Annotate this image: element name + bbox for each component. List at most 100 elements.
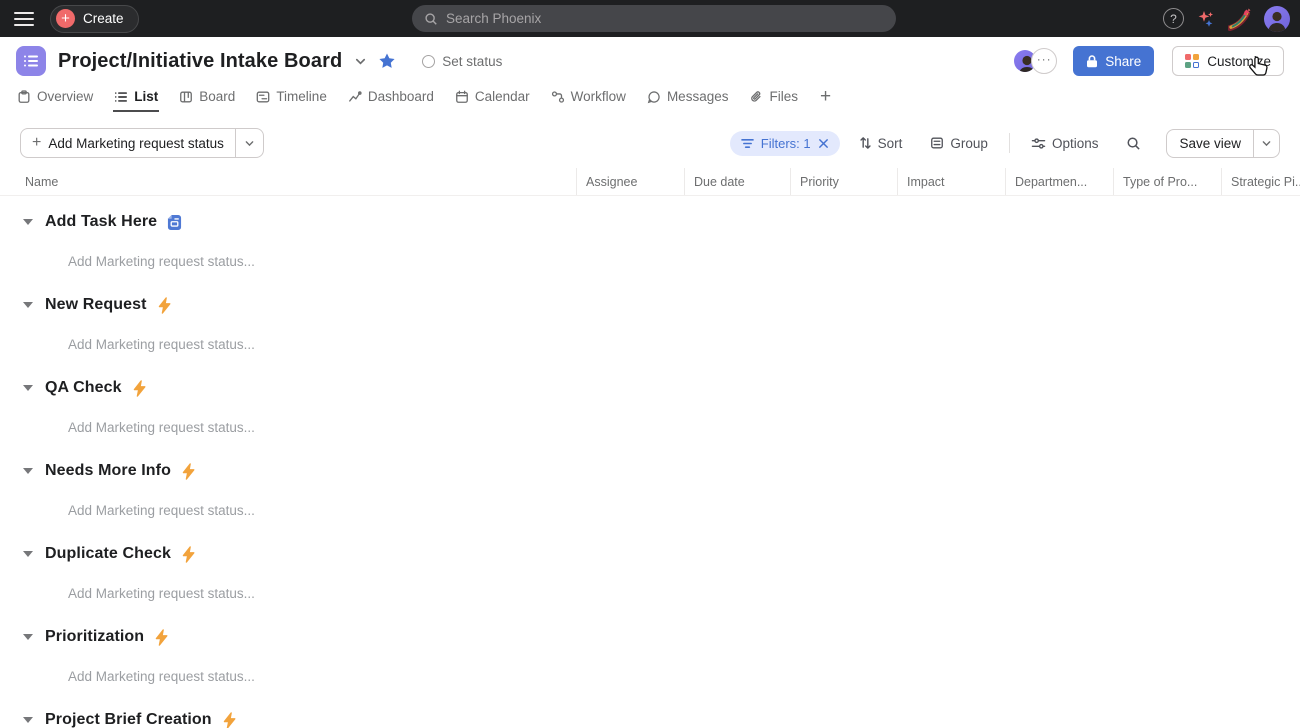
- task-section: New Request Add Marketing request status…: [0, 279, 1300, 362]
- options-sliders-icon: [1031, 137, 1046, 150]
- celebration-phoenix-icon[interactable]: [1228, 7, 1252, 31]
- column-header-assignee[interactable]: Assignee: [576, 168, 684, 195]
- bolt-icon[interactable]: [157, 297, 172, 314]
- board-icon: [179, 90, 193, 104]
- timeline-icon: [256, 90, 270, 104]
- create-button[interactable]: + Create: [50, 5, 139, 33]
- sort-button[interactable]: Sort: [850, 132, 912, 155]
- section-title[interactable]: Project Brief Creation: [45, 711, 212, 728]
- ai-sparkles-icon[interactable]: [1196, 9, 1216, 29]
- share-button[interactable]: Share: [1073, 46, 1154, 76]
- section-collapse-chevron-icon[interactable]: [23, 385, 33, 391]
- save-view-caret-button[interactable]: [1253, 130, 1279, 157]
- add-task-button[interactable]: + Add Marketing request status: [21, 129, 235, 157]
- chevron-down-icon: [1261, 138, 1272, 149]
- group-icon: [930, 136, 944, 150]
- tab-calendar[interactable]: Calendar: [454, 85, 531, 112]
- search-icon: [1126, 136, 1141, 151]
- section-title[interactable]: QA Check: [45, 379, 122, 397]
- bolt-icon[interactable]: [222, 712, 237, 728]
- set-status-button[interactable]: Set status: [422, 54, 502, 69]
- project-members[interactable]: ···: [1012, 48, 1057, 74]
- section-collapse-chevron-icon[interactable]: [23, 717, 33, 723]
- add-task-placeholder[interactable]: Add Marketing request status...: [0, 579, 1300, 607]
- add-task-placeholder[interactable]: Add Marketing request status...: [0, 413, 1300, 441]
- add-task-placeholder[interactable]: Add Marketing request status...: [0, 330, 1300, 358]
- chevron-down-icon: [244, 138, 255, 149]
- task-section: Needs More Info Add Marketing request st…: [0, 445, 1300, 528]
- task-section: Duplicate Check Add Marketing request st…: [0, 528, 1300, 611]
- save-view-label: Save view: [1179, 136, 1241, 151]
- column-header-priority[interactable]: Priority: [790, 168, 897, 195]
- tab-list[interactable]: List: [113, 85, 159, 112]
- section-header: Needs More Info: [0, 457, 1300, 485]
- favorite-star-icon[interactable]: [378, 52, 396, 70]
- share-label: Share: [1105, 54, 1141, 69]
- bolt-icon[interactable]: [181, 546, 196, 563]
- bolt-icon[interactable]: [181, 463, 196, 480]
- tab-workflow[interactable]: Workflow: [550, 85, 627, 112]
- options-button[interactable]: Options: [1022, 132, 1108, 155]
- column-header-impact[interactable]: Impact: [897, 168, 1005, 195]
- search-placeholder: Search Phoenix: [446, 11, 541, 26]
- section-title[interactable]: Needs More Info: [45, 462, 171, 480]
- column-header-type-of-project[interactable]: Type of Pro...: [1113, 168, 1221, 195]
- group-button[interactable]: Group: [921, 132, 997, 155]
- doc-icon[interactable]: [167, 214, 182, 231]
- task-section: Project Brief Creation Add Marketing req…: [0, 694, 1300, 728]
- list-toolbar: + Add Marketing request status Filters: …: [0, 128, 1300, 158]
- section-collapse-chevron-icon[interactable]: [23, 219, 33, 225]
- customize-button[interactable]: Customize: [1172, 46, 1284, 76]
- tab-dashboard[interactable]: Dashboard: [347, 85, 435, 112]
- add-task-label: Add Marketing request status: [48, 136, 224, 151]
- files-icon: [749, 90, 763, 104]
- customize-grid-icon: [1185, 54, 1199, 68]
- create-button-label: Create: [83, 11, 124, 26]
- section-collapse-chevron-icon[interactable]: [23, 302, 33, 308]
- add-task-placeholder[interactable]: Add Marketing request status...: [0, 496, 1300, 524]
- section-title[interactable]: Duplicate Check: [45, 545, 171, 563]
- section-title[interactable]: New Request: [45, 296, 147, 314]
- bolt-icon[interactable]: [154, 629, 169, 646]
- dashboard-icon: [348, 90, 362, 104]
- column-header-department[interactable]: Departmen...: [1005, 168, 1113, 195]
- tab-files[interactable]: Files: [748, 85, 799, 112]
- add-tab-button[interactable]: +: [818, 85, 833, 112]
- section-collapse-chevron-icon[interactable]: [23, 468, 33, 474]
- section-header: Prioritization: [0, 623, 1300, 651]
- filter-icon: [741, 138, 754, 149]
- section-title[interactable]: Prioritization: [45, 628, 144, 646]
- search-tasks-button[interactable]: [1117, 132, 1150, 155]
- section-title[interactable]: Add Task Here: [45, 213, 157, 231]
- save-view-button[interactable]: Save view: [1167, 130, 1253, 157]
- section-collapse-chevron-icon[interactable]: [23, 634, 33, 640]
- tab-timeline[interactable]: Timeline: [255, 85, 328, 112]
- add-task-caret-button[interactable]: [235, 129, 263, 157]
- filters-chip[interactable]: Filters: 1: [730, 131, 840, 156]
- tab-board[interactable]: Board: [178, 85, 236, 112]
- help-label: ?: [1170, 12, 1177, 26]
- clear-filter-icon[interactable]: [818, 138, 829, 149]
- column-header-due-date[interactable]: Due date: [684, 168, 790, 195]
- add-task-placeholder[interactable]: Add Marketing request status...: [0, 662, 1300, 690]
- help-button[interactable]: ?: [1163, 8, 1184, 29]
- bolt-icon[interactable]: [132, 380, 147, 397]
- global-search-input[interactable]: Search Phoenix: [412, 5, 896, 32]
- project-header: Project/Initiative Intake Board Set stat…: [0, 37, 1300, 85]
- tab-messages[interactable]: Messages: [646, 85, 730, 112]
- column-header-name[interactable]: Name: [0, 168, 576, 195]
- section-header: Duplicate Check: [0, 540, 1300, 568]
- section-header: Add Task Here: [0, 208, 1300, 236]
- section-header: New Request: [0, 291, 1300, 319]
- column-header-strategic-pillar[interactable]: Strategic Pi...: [1221, 168, 1300, 195]
- more-members-button[interactable]: ···: [1031, 48, 1057, 74]
- user-avatar[interactable]: [1264, 6, 1290, 32]
- title-chevron-down-icon[interactable]: [354, 55, 367, 68]
- sort-label: Sort: [878, 136, 903, 151]
- section-collapse-chevron-icon[interactable]: [23, 551, 33, 557]
- tab-overview[interactable]: Overview: [16, 85, 94, 112]
- project-icon[interactable]: [16, 46, 46, 76]
- sidebar-toggle-icon[interactable]: [14, 12, 34, 26]
- section-header: Project Brief Creation: [0, 706, 1300, 728]
- add-task-placeholder[interactable]: Add Marketing request status...: [0, 247, 1300, 275]
